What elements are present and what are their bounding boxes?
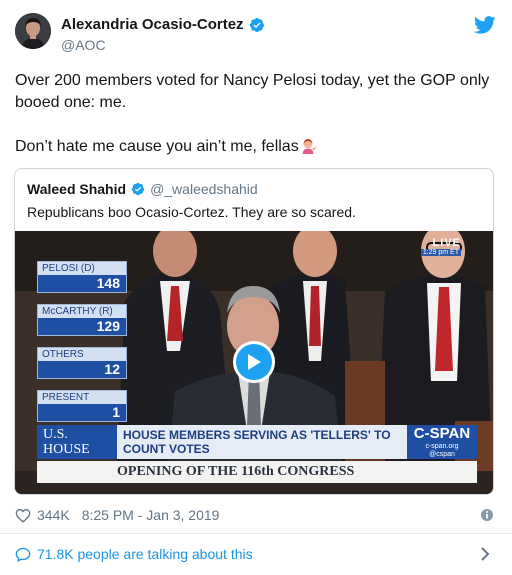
vote-count: 12 [38,361,126,378]
vote-tally-pelosi: PELOSI (D) 148 [37,261,127,293]
divider [0,533,512,534]
info-icon[interactable] [480,508,494,522]
video-player[interactable]: PELOSI (D) 148 McCARTHY (R) 129 OTHERS 1… [15,231,493,494]
vote-count: 129 [38,318,126,335]
like-count[interactable]: 344K [37,507,70,523]
vote-tally-mccarthy: McCARTHY (R) 129 [37,304,127,336]
play-button[interactable] [233,341,275,383]
talking-text[interactable]: 71.8K people are talking about this [37,546,253,562]
verified-badge-icon [131,182,145,196]
vote-label: OTHERS [38,348,126,361]
network-name: C-SPAN [413,425,471,442]
vote-label: PRESENT [38,391,126,404]
author-avatar[interactable] [15,13,51,49]
twitter-bird-icon[interactable] [474,16,496,34]
quoted-author-name[interactable]: Waleed Shahid [27,181,126,197]
vote-label: McCARTHY (R) [38,305,126,318]
author-handle[interactable]: @AOC [61,37,106,53]
vote-count: 1 [38,404,126,421]
cspan-logo: C-SPAN c-span.org @cspan [407,425,477,459]
live-time: 1:29 pm ET [420,249,461,256]
live-label: LIVE [432,237,461,249]
vote-label: PELOSI (D) [38,262,126,275]
tweet-line-2: Don’t hate me cause you ain’t me, fellas [15,136,500,158]
verified-badge-icon [249,17,264,32]
network-handle: @cspan [429,451,455,458]
network-url: c-span.org [425,443,459,450]
tweet-line-2-text: Don’t hate me cause you ain’t me, fellas [15,138,299,155]
speech-bubble-icon [15,547,31,562]
tweet-text: Over 200 members voted for Nancy Pelosi … [15,70,500,158]
quoted-author-handle[interactable]: @_waleedshahid [150,181,258,197]
tweet-line-1: Over 200 members voted for Nancy Pelosi … [15,72,490,111]
banner-caption: HOUSE MEMBERS SERVING AS 'TELLERS' TO CO… [117,425,407,459]
tweet-meta: 344K 8:25 PM - Jan 3, 2019 [15,507,219,523]
us-house-label: U.S. HOUSE [37,425,117,459]
headline-ticker: OPENING OF THE 116th CONGRESS [37,461,477,483]
vote-tally-present: PRESENT 1 [37,390,127,422]
quoted-tweet[interactable]: Waleed Shahid @_waleedshahid Republicans… [14,168,494,495]
vote-tally-others: OTHERS 12 [37,347,127,379]
woman-tipping-hand-emoji [302,139,317,154]
play-icon [248,354,261,370]
quoted-tweet-text: Republicans boo Ocasio-Cortez. They are … [27,204,356,220]
heart-icon[interactable] [15,508,31,523]
chevron-right-icon[interactable] [480,546,490,562]
embedded-tweet-card: Alexandria Ocasio-Cortez @AOC Over 200 m… [0,0,512,575]
timestamp[interactable]: 8:25 PM - Jan 3, 2019 [82,507,220,523]
vote-count: 148 [38,275,126,292]
live-indicator: LIVE 1:29 pm ET [420,237,461,256]
lower-third-banner: U.S. HOUSE HOUSE MEMBERS SERVING AS 'TEL… [37,425,477,459]
conversation-link[interactable]: 71.8K people are talking about this [15,546,253,562]
author-name[interactable]: Alexandria Ocasio-Cortez [61,16,244,33]
